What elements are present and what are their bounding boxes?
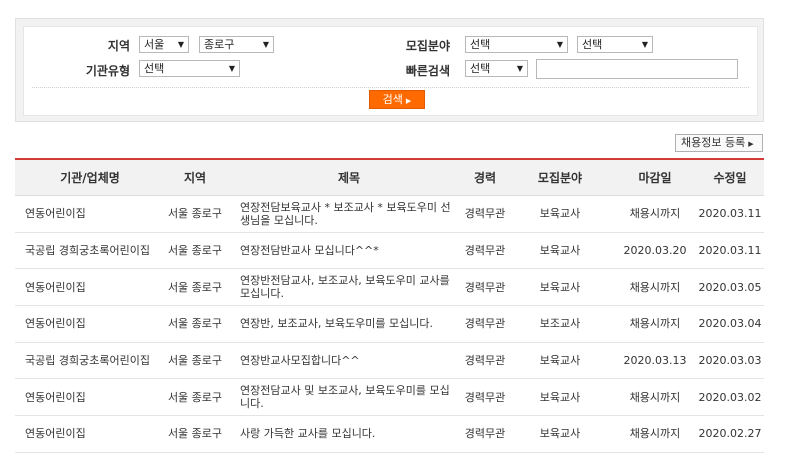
region-cell: 서울 종로구	[167, 244, 223, 258]
divider	[32, 87, 749, 88]
deadline-cell: 2020.03.20	[623, 244, 687, 258]
arrow-right-icon: ▶	[748, 140, 754, 148]
experience-cell: 경력무관	[464, 427, 506, 441]
experience-cell: 경력무관	[464, 354, 506, 368]
field-cell: 보조교사	[539, 317, 581, 331]
org-name[interactable]: 국공립 경희궁초록어린이집	[25, 233, 155, 269]
deadline-cell: 채용시까지	[629, 390, 681, 404]
region-cell: 서울 종로구	[167, 317, 223, 331]
modified-cell: 2020.03.05	[698, 280, 762, 294]
header-field: 모집분야	[537, 171, 583, 185]
deadline-cell: 채용시까지	[629, 317, 681, 331]
modified-cell: 2020.03.11	[698, 207, 762, 221]
field-select-primary[interactable]: 선택 ▼	[465, 36, 568, 53]
experience-cell: 경력무관	[464, 244, 506, 258]
region-cell: 서울 종로구	[167, 207, 223, 221]
header-modified: 수정일	[713, 171, 747, 185]
table-row: 연동어린이집 서울 종로구 연장반전담교사, 보조교사, 보육도우미 교사를 모…	[15, 269, 764, 307]
table-row: 연동어린이집 서울 종로구 연장전담보육교사 * 보조교사 * 보육도우미 선생…	[15, 196, 764, 233]
header-deadline: 마감일	[638, 171, 672, 185]
search-form: 지역 서울 ▼ 종로구 ▼ 모집분야 선택 ▼ 선택 ▼ 기관유형 선택 ▼ 빠른검색 선…	[23, 26, 758, 116]
quick-search-label: 빠른검색	[405, 64, 450, 78]
region-district-select[interactable]: 종로구 ▼	[199, 36, 274, 53]
region-cell: 서울 종로구	[167, 280, 223, 294]
experience-cell: 경력무관	[464, 280, 506, 294]
field-label: 모집분야	[405, 39, 450, 53]
modified-cell: 2020.03.03	[698, 354, 762, 368]
table-row: 연동어린이집 서울 종로구 사랑 가득한 교사를 모십니다. 경력무관 보육교사…	[15, 416, 764, 453]
table-row: 연동어린이집 서울 종로구 연장반, 보조교사, 보육도우미를 모십니다. 경력…	[15, 306, 764, 343]
field-cell: 보육교사	[539, 280, 581, 294]
org-name[interactable]: 연동어린이집	[25, 379, 155, 415]
org-name[interactable]: 연동어린이집	[25, 269, 155, 305]
field-cell: 보육교사	[539, 390, 581, 404]
quick-search-input[interactable]	[536, 59, 738, 79]
dropdown-arrow-icon: ▼	[262, 40, 269, 49]
region-cell: 서울 종로구	[167, 427, 223, 441]
org-name[interactable]: 연동어린이집	[25, 196, 155, 232]
modified-cell: 2020.02.27	[698, 427, 762, 441]
arrow-right-icon: ▶	[405, 97, 412, 105]
table-row: 국공립 경희궁초록어린이집 서울 종로구 연장반교사모집합니다^^ 경력무관 보…	[15, 343, 764, 380]
dropdown-arrow-icon: ▼	[641, 40, 648, 49]
quick-search-select[interactable]: 선택 ▼	[465, 60, 528, 77]
header-region: 지역	[183, 171, 207, 185]
region-city-select[interactable]: 서울 ▼	[139, 36, 189, 53]
org-type-label: 기관유형	[85, 64, 130, 78]
header-experience: 경력	[473, 171, 497, 185]
dropdown-arrow-icon: ▼	[177, 40, 184, 49]
modified-cell: 2020.03.04	[698, 317, 762, 331]
search-panel: 지역 서울 ▼ 종로구 ▼ 모집분야 선택 ▼ 선택 ▼ 기관유형 선택 ▼ 빠른검색 선…	[15, 18, 764, 122]
org-type-select[interactable]: 선택 ▼	[139, 60, 240, 77]
table-row: 국공립 경희궁초록어린이집 서울 종로구 연장전담반교사 모십니다^^* 경력무…	[15, 233, 764, 270]
job-list-table: 기관/업체명 지역 제목 경력 모집분야 마감일 수정일 연동어린이집 서울 종…	[15, 158, 764, 453]
dropdown-arrow-icon: ▼	[516, 64, 523, 73]
register-job-button[interactable]: 채용정보 등록 ▶	[675, 134, 763, 152]
region-cell: 서울 종로구	[167, 354, 223, 368]
job-title-link[interactable]: 사랑 가득한 교사를 모십니다.	[240, 416, 458, 452]
experience-cell: 경력무관	[464, 207, 506, 221]
field-cell: 보육교사	[539, 207, 581, 221]
deadline-cell: 채용시까지	[629, 427, 681, 441]
modified-cell: 2020.03.02	[698, 390, 762, 404]
job-title-link[interactable]: 연장전담보육교사 * 보조교사 * 보육도우미 선생님을 모십니다.	[240, 196, 458, 232]
modified-cell: 2020.03.11	[698, 244, 762, 258]
header-org: 기관/업체명	[60, 171, 120, 185]
org-name[interactable]: 연동어린이집	[25, 306, 155, 342]
job-title-link[interactable]: 연장반, 보조교사, 보육도우미를 모십니다.	[240, 306, 458, 342]
field-select-secondary[interactable]: 선택 ▼	[577, 36, 653, 53]
job-title-link[interactable]: 연장반전담교사, 보조교사, 보육도우미 교사를 모십니다.	[240, 269, 458, 305]
region-label: 지역	[107, 39, 130, 53]
experience-cell: 경력무관	[464, 317, 506, 331]
dropdown-arrow-icon: ▼	[228, 64, 235, 73]
region-cell: 서울 종로구	[167, 390, 223, 404]
job-title-link[interactable]: 연장반교사모집합니다^^	[240, 343, 458, 379]
deadline-cell: 채용시까지	[629, 207, 681, 221]
table-header: 기관/업체명 지역 제목 경력 모집분야 마감일 수정일	[15, 160, 764, 196]
job-title-link[interactable]: 연장전담반교사 모십니다^^*	[240, 233, 458, 269]
table-row: 연동어린이집 서울 종로구 연장전담교사 및 보조교사, 보육도우미를 모십니다…	[15, 379, 764, 417]
dropdown-arrow-icon: ▼	[556, 40, 563, 49]
field-cell: 보육교사	[539, 427, 581, 441]
experience-cell: 경력무관	[464, 390, 506, 404]
deadline-cell: 2020.03.13	[623, 354, 687, 368]
header-title: 제목	[337, 171, 361, 185]
field-cell: 보육교사	[539, 354, 581, 368]
org-name[interactable]: 국공립 경희궁초록어린이집	[25, 343, 155, 379]
field-cell: 보육교사	[539, 244, 581, 258]
search-button[interactable]: 검색 ▶	[369, 90, 425, 109]
job-title-link[interactable]: 연장전담교사 및 보조교사, 보육도우미를 모십니다.	[240, 379, 458, 415]
org-name[interactable]: 연동어린이집	[25, 416, 155, 452]
deadline-cell: 채용시까지	[629, 280, 681, 294]
